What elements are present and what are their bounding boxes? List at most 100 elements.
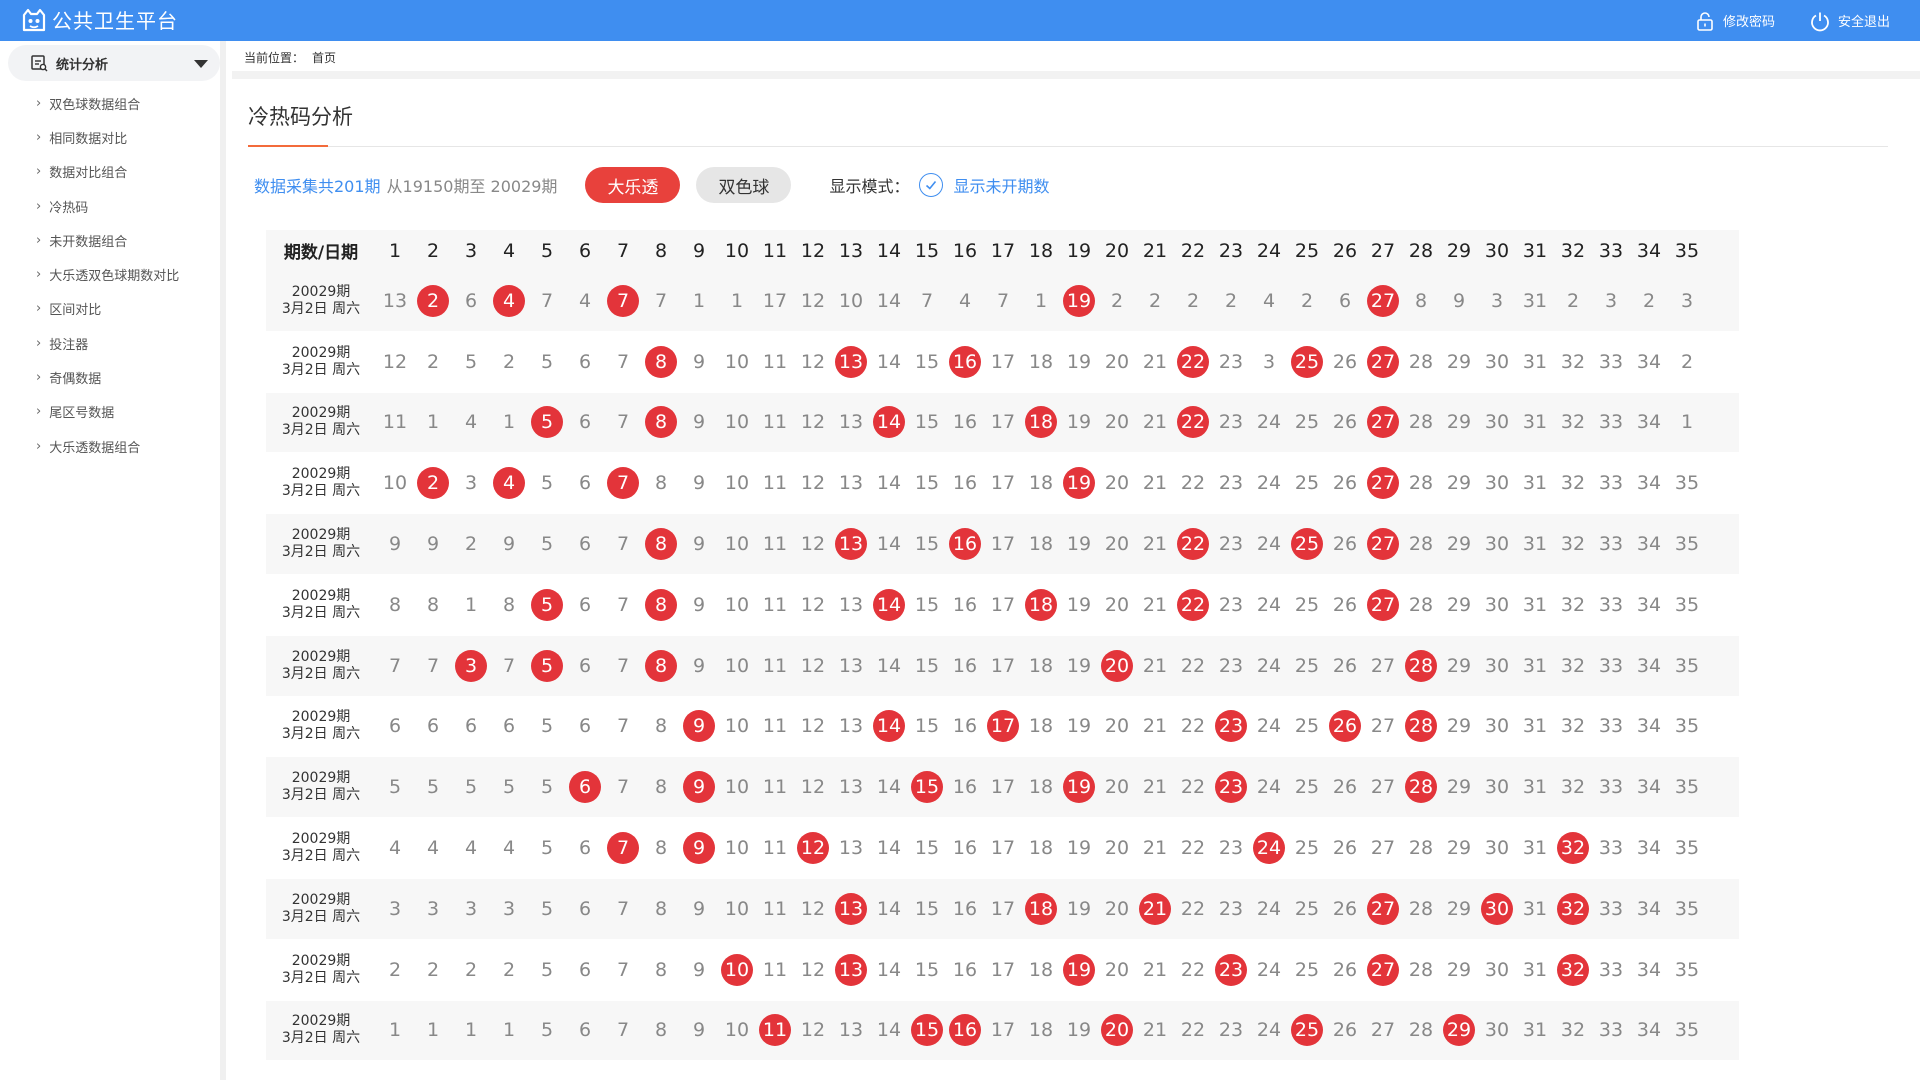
cold-count: 31 (1522, 958, 1548, 981)
number-cell: 26 (1326, 1011, 1364, 1049)
filter-bar: 数据采集共201期 从19150期至 20029期 大乐透 双色球 显示模式： … (254, 167, 1894, 203)
cold-count: 25 (1294, 958, 1320, 981)
number-cell: 6 (566, 647, 604, 685)
cold-count: 6 (426, 715, 440, 738)
sidebar-item[interactable]: › 相同数据对比 (0, 120, 220, 154)
cold-count: 16 (952, 837, 978, 860)
header-number: 18 (1028, 239, 1054, 262)
sidebar-item[interactable]: › 投注器 (0, 326, 220, 360)
hit-number-cell: 22 (1174, 525, 1212, 563)
number-cell: 6 (1326, 282, 1364, 320)
number-cell: 7 (490, 647, 528, 685)
cold-count: 2 (1642, 289, 1656, 312)
number-cell: 29 (1440, 951, 1478, 989)
cold-count: 6 (578, 897, 592, 920)
cold-count: 24 (1256, 533, 1282, 556)
change-password-button[interactable]: 修改密码 (1694, 10, 1775, 32)
hit-number-cell: 19 (1060, 951, 1098, 989)
number-cell: 29 (1440, 586, 1478, 624)
sidebar-group-statistics[interactable]: 统计分析 (8, 45, 220, 81)
cold-count: 20 (1104, 593, 1130, 616)
header-number: 16 (952, 239, 978, 262)
cold-count: 18 (1028, 715, 1054, 738)
cold-count: 19 (1066, 593, 1092, 616)
number-cell: 21 (1136, 403, 1174, 441)
sidebar-item[interactable]: › 区间对比 (0, 292, 220, 326)
cold-count: 9 (692, 350, 706, 373)
row-period: 20029期 (291, 709, 351, 726)
sidebar-item[interactable]: › 数据对比组合 (0, 155, 220, 189)
app-logo[interactable]: 公共卫生平台 (20, 5, 178, 34)
cold-count: 16 (952, 472, 978, 495)
number-cell: 28 (1402, 586, 1440, 624)
logout-button[interactable]: 安全退出 (1809, 10, 1890, 32)
sidebar-item[interactable]: › 双色球数据组合 (0, 86, 220, 120)
number-cell: 23 (1212, 525, 1250, 563)
cold-count: 15 (914, 897, 940, 920)
number-cell: 10 (718, 707, 756, 745)
number-cell: 13 (832, 1011, 870, 1049)
cold-count: 20 (1104, 350, 1130, 373)
row-date-cell: 20029期 3月2日 周六 (266, 345, 376, 379)
cold-count: 23 (1218, 897, 1244, 920)
number-cell: 6 (566, 707, 604, 745)
hit-number-cell: 18 (1022, 586, 1060, 624)
header-number: 2 (426, 239, 440, 262)
header-number: 3 (464, 239, 478, 262)
ssq-tab-button[interactable]: 双色球 (696, 167, 792, 203)
show-unopened-toggle[interactable]: 显示未开期数 (919, 173, 1049, 197)
sidebar-item[interactable]: › 大乐透双色球期数对比 (0, 257, 220, 291)
cold-count: 6 (578, 1019, 592, 1042)
cold-count: 24 (1256, 776, 1282, 799)
number-cell: 18 (1022, 647, 1060, 685)
breadcrumb-current[interactable]: 首页 (312, 49, 336, 66)
cold-count: 14 (876, 837, 902, 860)
cold-count: 26 (1332, 897, 1358, 920)
number-cell: 17 (984, 343, 1022, 381)
hit-ball: 24 (1253, 832, 1285, 865)
cold-count: 21 (1142, 411, 1168, 434)
cold-count: 11 (762, 715, 788, 738)
hit-number-cell: 3 (452, 647, 490, 685)
cold-count: 35 (1674, 837, 1700, 860)
hit-number-cell: 14 (870, 586, 908, 624)
cold-count: 11 (762, 533, 788, 556)
sidebar: 统计分析 › 双色球数据组合 › 相同数据对比 › 数据对比组合 › 冷热码 › 未开数据组合 › 大… (0, 41, 226, 1080)
hit-number-cell: 29 (1440, 1011, 1478, 1049)
cold-count: 33 (1598, 776, 1624, 799)
number-cell: 32 (1554, 647, 1592, 685)
number-cell: 2 (490, 343, 528, 381)
hit-number-cell: 22 (1174, 403, 1212, 441)
sidebar-item[interactable]: › 奇偶数据 (0, 360, 220, 394)
cold-count: 6 (464, 289, 478, 312)
hit-number-cell: 8 (642, 343, 680, 381)
header-number: 10 (724, 239, 750, 262)
sidebar-item[interactable]: › 尾区号数据 (0, 395, 220, 429)
dlt-tab-button[interactable]: 大乐透 (585, 167, 681, 203)
hit-ball: 18 (1025, 406, 1057, 439)
sidebar-item[interactable]: › 冷热码 (0, 189, 220, 223)
chevron-right-icon: › (36, 232, 42, 248)
number-cell: 28 (1402, 403, 1440, 441)
sidebar-item[interactable]: › 未开数据组合 (0, 223, 220, 257)
hit-ball: 28 (1405, 771, 1437, 804)
cold-count: 28 (1408, 350, 1434, 373)
cold-count: 33 (1598, 837, 1624, 860)
sidebar-item[interactable]: › 大乐透数据组合 (0, 429, 220, 463)
cold-count: 20 (1104, 897, 1130, 920)
number-cell: 34 (1630, 890, 1668, 928)
number-cell: 8 (642, 707, 680, 745)
cold-count: 11 (762, 654, 788, 677)
number-cell: 2 (414, 343, 452, 381)
number-cell: 22 (1174, 951, 1212, 989)
cold-count: 13 (838, 411, 864, 434)
number-cell: 29 (1440, 890, 1478, 928)
show-unopened-label: 显示未开期数 (953, 177, 1050, 196)
header-number: 34 (1636, 239, 1662, 262)
cold-count: 32 (1560, 654, 1586, 677)
number-cell: 35 (1668, 586, 1706, 624)
number-cell: 15 (908, 586, 946, 624)
hit-ball: 30 (1481, 892, 1513, 925)
cold-count: 31 (1522, 411, 1548, 434)
cold-count: 32 (1560, 1019, 1586, 1042)
